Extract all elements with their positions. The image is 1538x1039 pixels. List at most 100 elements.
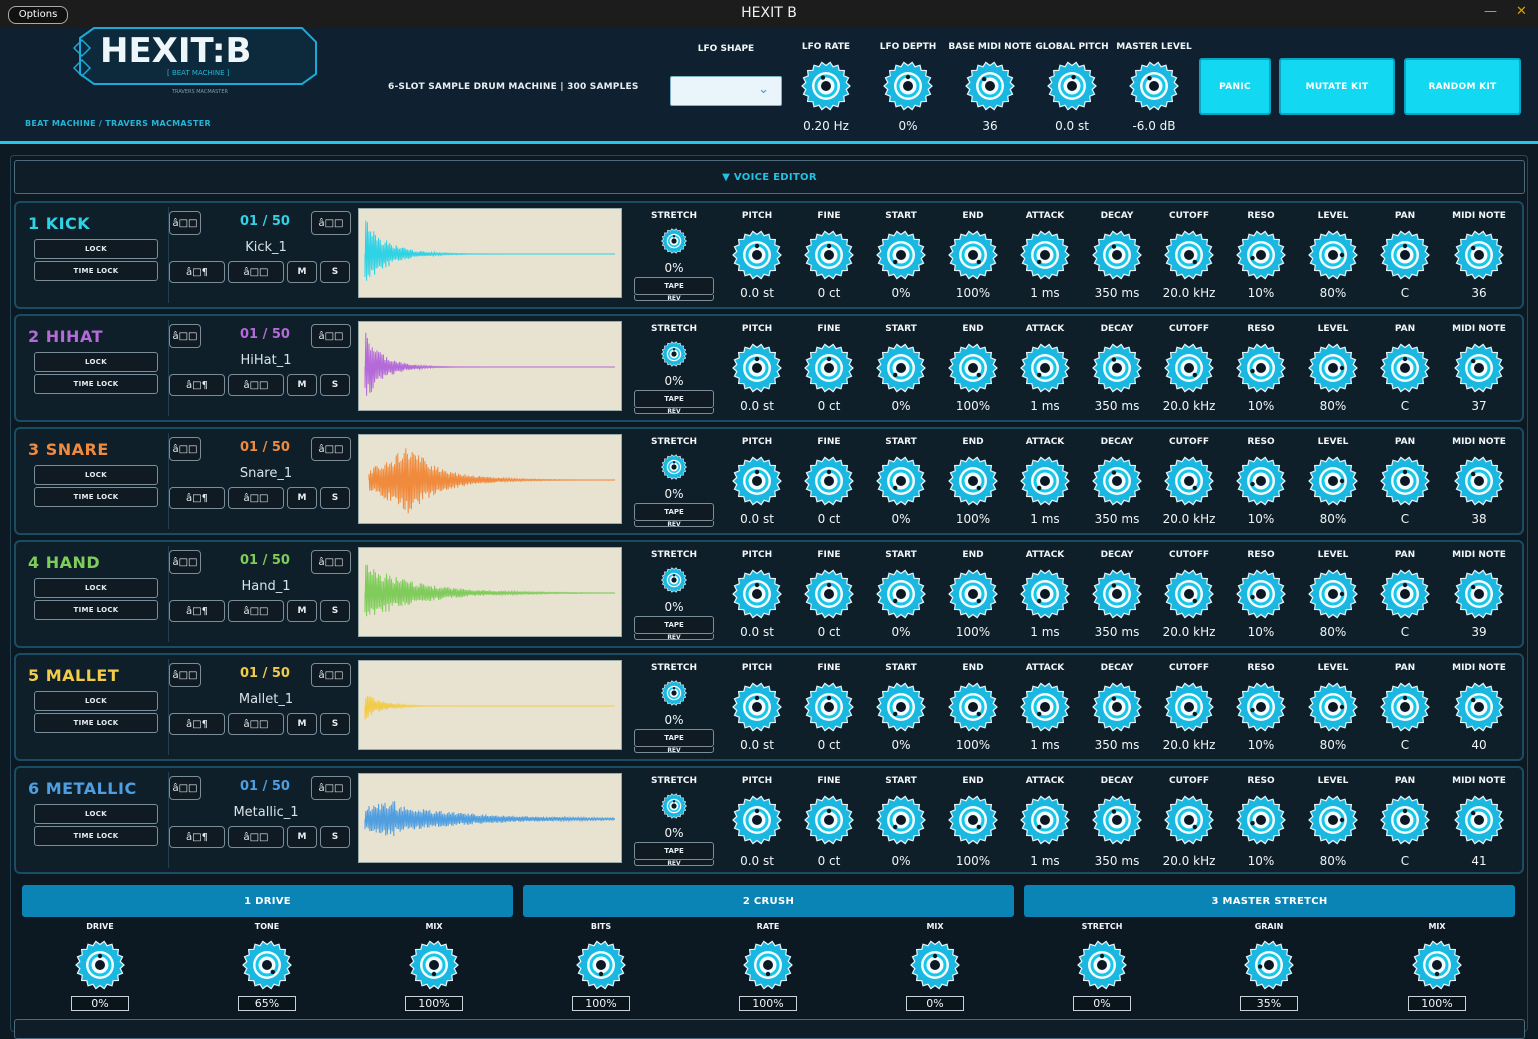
midi-note-knob[interactable] (1454, 343, 1504, 393)
solo-button[interactable]: S (320, 600, 350, 622)
fx-grain-8-knob[interactable] (1244, 940, 1294, 990)
time-lock-button[interactable]: TIME LOCK (34, 600, 158, 620)
random-kit-button[interactable]: RANDOM KIT (1404, 58, 1521, 115)
midi-note-knob[interactable] (1454, 682, 1504, 732)
fx-tone-2-knob[interactable] (242, 940, 292, 990)
stretch-knob[interactable] (661, 680, 687, 706)
lfo-shape-select[interactable]: ⌄ (670, 76, 782, 106)
play-icon[interactable]: â□¶ (169, 487, 225, 509)
pitch-knob[interactable] (732, 456, 782, 506)
waveform-display[interactable] (358, 773, 622, 863)
lock-button[interactable]: LOCK (34, 352, 158, 372)
lock-button[interactable]: LOCK (34, 691, 158, 711)
fine-knob[interactable] (804, 795, 854, 845)
tab-drive[interactable]: 1 DRIVE (22, 885, 513, 917)
time-lock-button[interactable]: TIME LOCK (34, 487, 158, 507)
decay-knob[interactable] (1092, 230, 1142, 280)
reso-knob[interactable] (1236, 569, 1286, 619)
decay-knob[interactable] (1092, 343, 1142, 393)
prev-sample-icon[interactable]: â□□ (169, 324, 201, 348)
reso-knob[interactable] (1236, 795, 1286, 845)
global-pitch-knob[interactable] (1047, 61, 1097, 111)
solo-button[interactable]: S (320, 261, 350, 283)
master-level-knob[interactable] (1129, 61, 1179, 111)
reso-knob[interactable] (1236, 682, 1286, 732)
time-lock-button[interactable]: TIME LOCK (34, 374, 158, 394)
next-sample-icon[interactable]: â□□ (311, 211, 351, 235)
lfo-depth-knob[interactable] (883, 61, 933, 111)
cutoff-knob[interactable] (1164, 230, 1214, 280)
rev-button[interactable]: REV (634, 521, 714, 527)
prev-sample-icon[interactable]: â□□ (169, 776, 201, 800)
stretch-knob[interactable] (661, 341, 687, 367)
pitch-knob[interactable] (732, 230, 782, 280)
reso-knob[interactable] (1236, 343, 1286, 393)
close-icon[interactable]: ✕ (1516, 4, 1527, 19)
time-lock-button[interactable]: TIME LOCK (34, 826, 158, 846)
end-knob[interactable] (948, 456, 998, 506)
reso-knob[interactable] (1236, 230, 1286, 280)
attack-knob[interactable] (1020, 682, 1070, 732)
prev-sample-icon[interactable]: â□□ (169, 211, 201, 235)
lock-button[interactable]: LOCK (34, 578, 158, 598)
fine-knob[interactable] (804, 456, 854, 506)
tape-button[interactable]: TAPE (634, 503, 714, 521)
load-icon[interactable]: â□□ (228, 826, 284, 848)
bottom-panel-toggle[interactable] (14, 1019, 1525, 1039)
cutoff-knob[interactable] (1164, 456, 1214, 506)
tape-button[interactable]: TAPE (634, 277, 714, 295)
fx-mix-6-knob[interactable] (910, 940, 960, 990)
solo-button[interactable]: S (320, 826, 350, 848)
end-knob[interactable] (948, 343, 998, 393)
start-knob[interactable] (876, 795, 926, 845)
waveform-display[interactable] (358, 547, 622, 637)
next-sample-icon[interactable]: â□□ (311, 437, 351, 461)
reso-knob[interactable] (1236, 456, 1286, 506)
pan-knob[interactable] (1380, 230, 1430, 280)
lock-button[interactable]: LOCK (34, 465, 158, 485)
load-icon[interactable]: â□□ (228, 261, 284, 283)
attack-knob[interactable] (1020, 569, 1070, 619)
fx-drive-1-knob[interactable] (75, 940, 125, 990)
lock-button[interactable]: LOCK (34, 239, 158, 259)
tab-master-stretch[interactable]: 3 MASTER STRETCH (1024, 885, 1515, 917)
solo-button[interactable]: S (320, 713, 350, 735)
load-icon[interactable]: â□□ (228, 600, 284, 622)
fx-mix-3-knob[interactable] (409, 940, 459, 990)
decay-knob[interactable] (1092, 682, 1142, 732)
play-icon[interactable]: â□¶ (169, 261, 225, 283)
prev-sample-icon[interactable]: â□□ (169, 550, 201, 574)
mute-button[interactable]: M (287, 600, 317, 622)
load-icon[interactable]: â□□ (228, 487, 284, 509)
fine-knob[interactable] (804, 569, 854, 619)
rev-button[interactable]: REV (634, 860, 714, 866)
start-knob[interactable] (876, 230, 926, 280)
rev-button[interactable]: REV (634, 747, 714, 753)
attack-knob[interactable] (1020, 230, 1070, 280)
lfo-rate-knob[interactable] (801, 61, 851, 111)
pan-knob[interactable] (1380, 795, 1430, 845)
time-lock-button[interactable]: TIME LOCK (34, 261, 158, 281)
play-icon[interactable]: â□¶ (169, 826, 225, 848)
stretch-knob[interactable] (661, 228, 687, 254)
midi-note-knob[interactable] (1454, 569, 1504, 619)
tab-crush[interactable]: 2 CRUSH (523, 885, 1014, 917)
next-sample-icon[interactable]: â□□ (311, 324, 351, 348)
waveform-display[interactable] (358, 321, 622, 411)
attack-knob[interactable] (1020, 343, 1070, 393)
waveform-display[interactable] (358, 208, 622, 298)
minimize-icon[interactable]: — (1484, 4, 1497, 19)
load-icon[interactable]: â□□ (228, 713, 284, 735)
next-sample-icon[interactable]: â□□ (311, 663, 351, 687)
midi-note-knob[interactable] (1454, 456, 1504, 506)
rev-button[interactable]: REV (634, 408, 714, 414)
pitch-knob[interactable] (732, 795, 782, 845)
panic-button[interactable]: PANIC (1199, 58, 1271, 115)
mute-button[interactable]: M (287, 713, 317, 735)
stretch-knob[interactable] (661, 567, 687, 593)
cutoff-knob[interactable] (1164, 795, 1214, 845)
level-knob[interactable] (1308, 230, 1358, 280)
tape-button[interactable]: TAPE (634, 616, 714, 634)
pan-knob[interactable] (1380, 682, 1430, 732)
end-knob[interactable] (948, 682, 998, 732)
